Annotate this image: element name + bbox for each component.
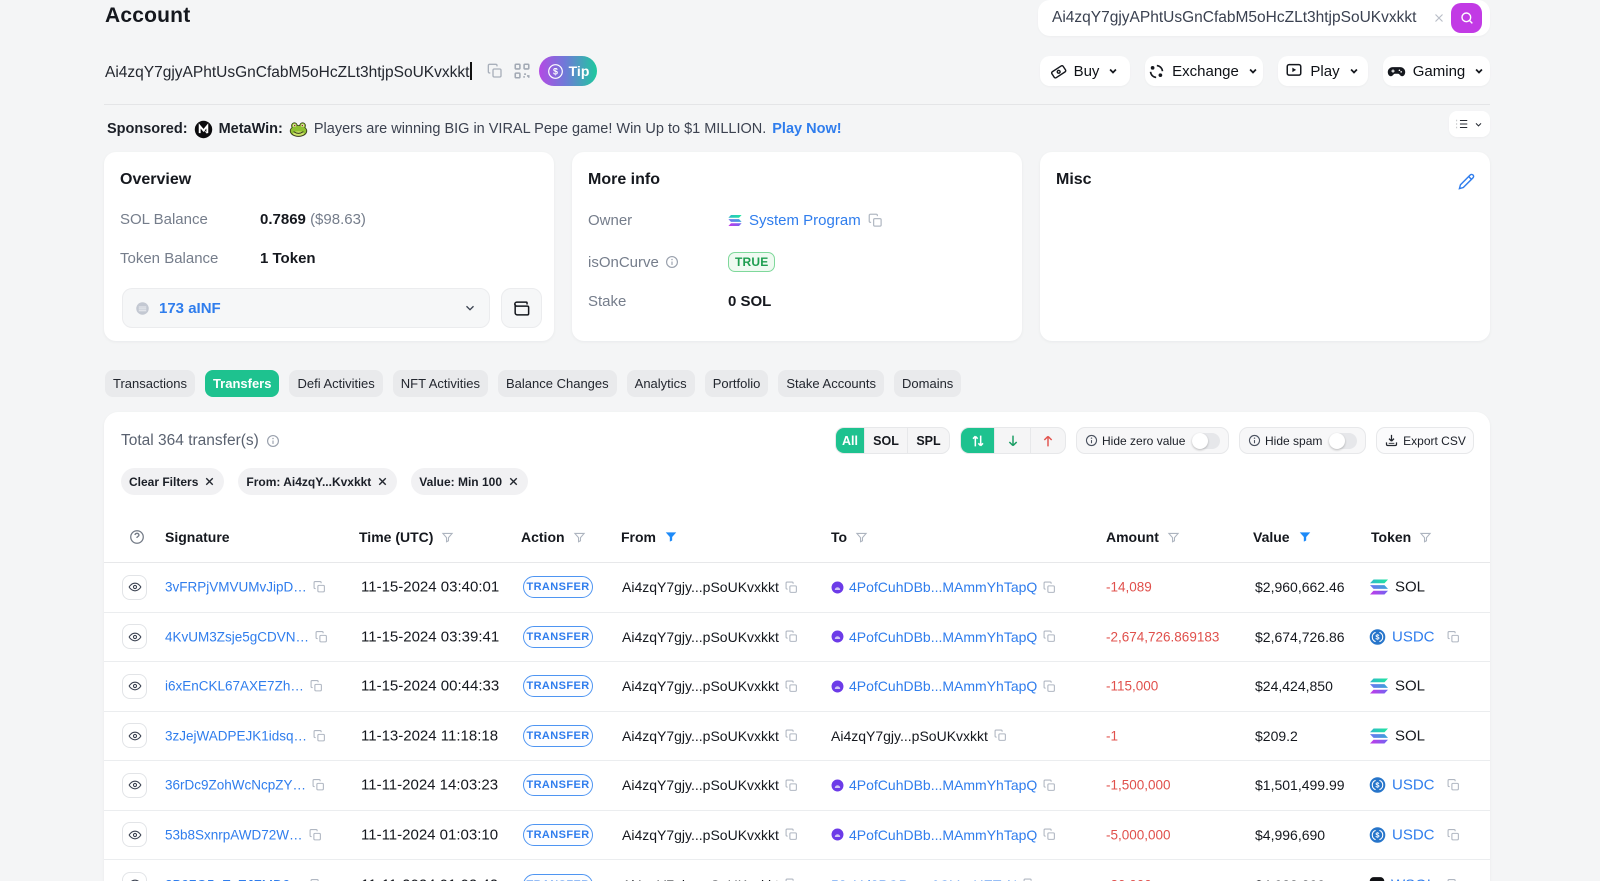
svg-text:$: $ [553,66,558,76]
